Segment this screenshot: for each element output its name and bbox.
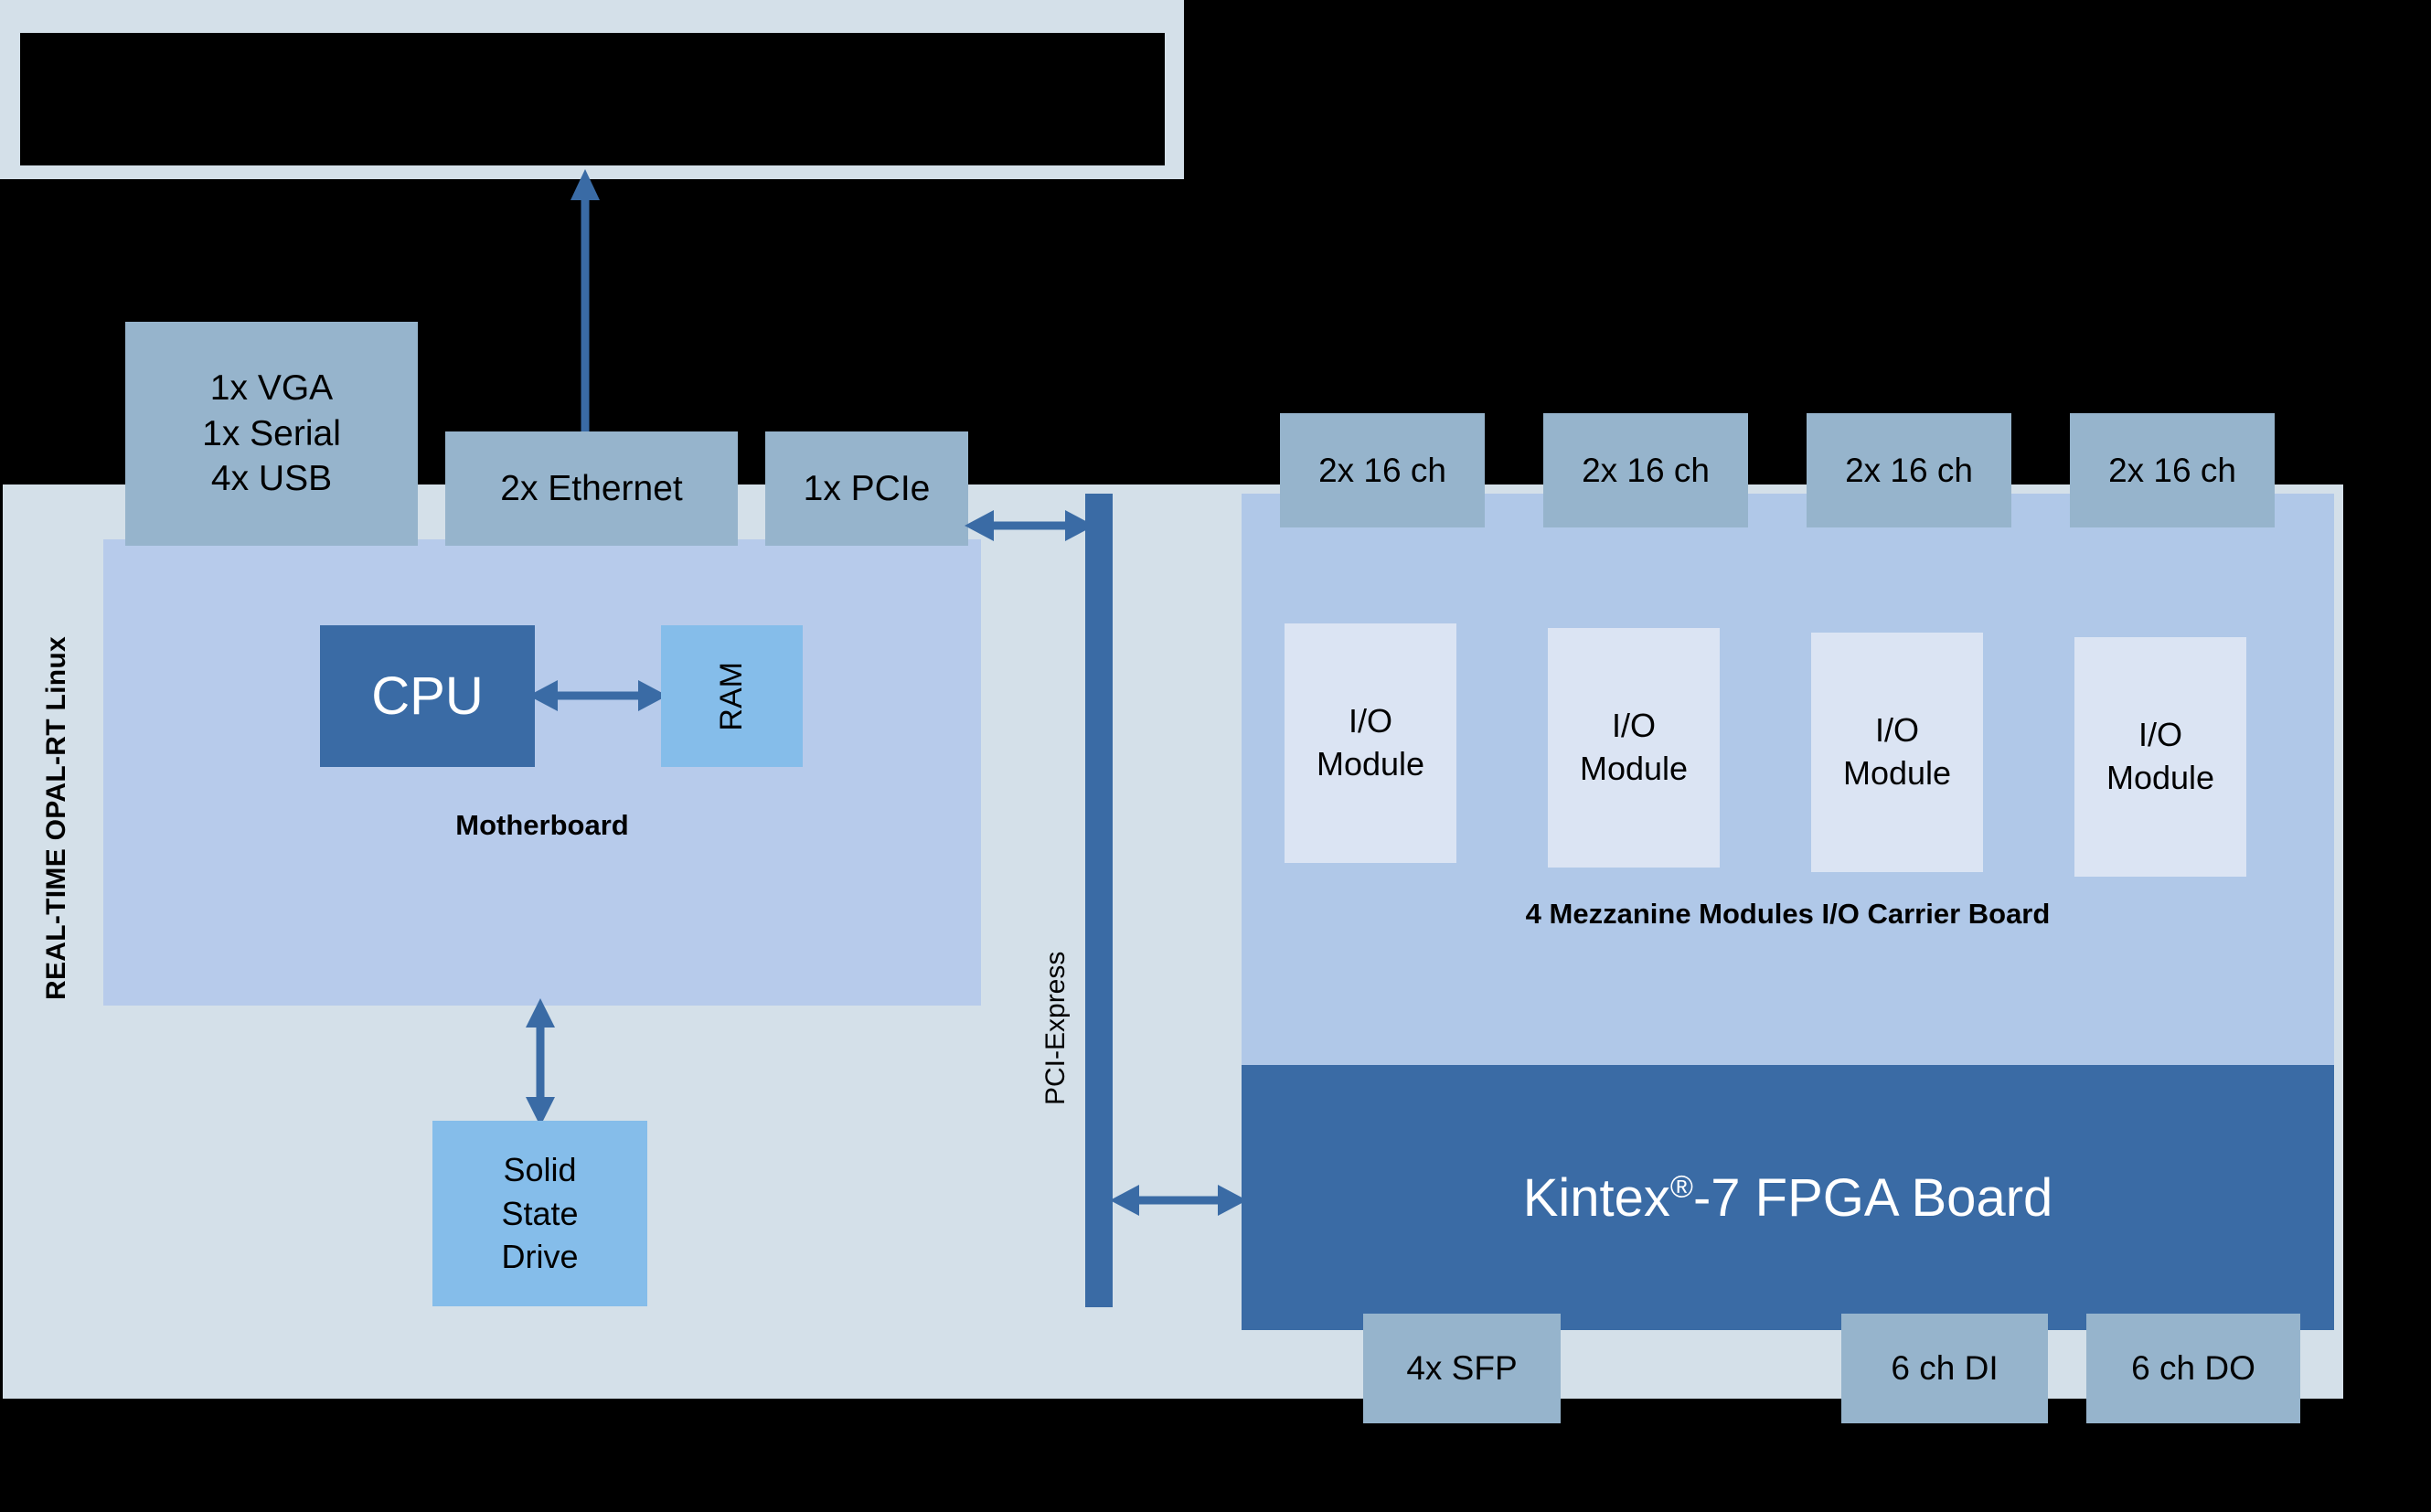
channel-box-label: 2x 16 ch [2108,451,2236,489]
fpga-connector-label: 6 ch DO [2131,1349,2255,1387]
io-module-2: I/O Module [1548,628,1720,868]
channel-box-label: 2x 16 ch [1582,451,1710,489]
fpga-board: Kintex®-7 FPGA Board [1242,1065,2334,1330]
io-module-line-1: I/O [1611,707,1656,745]
ssd-line-2: State [501,1194,579,1232]
connector-pcie: 1x PCIe [765,431,968,546]
connector-label: 2x Ethernet [500,468,683,508]
connector-line-2: 1x Serial [202,413,341,453]
arrow-motherboard-to-ssd [522,998,559,1126]
connector-line-3: 4x USB [210,459,333,499]
arrow-pcie-to-bus-top [965,505,1094,547]
io-module-line-2: Module [1579,750,1689,787]
channel-box-2: 2x 16 ch [1543,413,1748,527]
io-module-3: I/O Module [1811,633,1983,872]
io-module-line-2: Module [1316,745,1425,783]
registered-trademark-icon: ® [1669,1169,1693,1205]
io-module-line-2: Module [2106,759,2215,796]
ram-label: RAM [714,661,749,731]
solid-state-drive-block: Solid State Drive [432,1121,647,1306]
io-module-line-1: I/O [1348,702,1392,740]
arrow-cpu-to-ram [528,675,667,717]
title-redacted-block [20,33,1165,165]
channel-box-label: 2x 16 ch [1845,451,1973,489]
fpga-connector-sfp: 4x SFP [1363,1314,1561,1423]
arrow-bus-to-fpga [1110,1179,1247,1221]
connector-vga-serial-usb: 1x VGA 1x Serial 4x USB [125,322,418,546]
io-module-line-1: I/O [1874,711,1919,750]
connector-ethernet: 2x Ethernet [445,431,738,546]
io-module-line-1: I/O [2138,716,2182,754]
ssd-line-3: Drive [501,1238,579,1276]
connector-line-1: 1x VGA [209,367,334,408]
motherboard-panel [103,539,981,1006]
title-bar-frame [0,0,1184,179]
enclosure-side-label: REAL-TIME OPAL-RT Linux [41,636,71,1000]
fpga-connector-label: 4x SFP [1406,1349,1518,1387]
io-module-1: I/O Module [1285,623,1456,863]
fpga-connector-label: 6 ch DI [1891,1349,1999,1387]
channel-box-4: 2x 16 ch [2070,413,2275,527]
channel-box-label: 2x 16 ch [1318,451,1446,489]
io-module-line-2: Module [1842,754,1952,792]
arrow-host-to-ethernet [567,169,603,471]
channel-box-1: 2x 16 ch [1280,413,1485,527]
cpu-label: CPU [371,666,484,726]
fpga-connector-di: 6 ch DI [1841,1314,2048,1423]
motherboard-label: Motherboard [455,809,629,841]
io-module-4: I/O Module [2074,637,2246,877]
pci-express-label: PCI-Express [1040,951,1071,1106]
io-carrier-board-label: 4 Mezzanine Modules I/O Carrier Board [1525,898,2051,930]
connector-label: 1x PCIe [803,468,931,508]
channel-box-3: 2x 16 ch [1807,413,2011,527]
ram-block: RAM [661,625,803,767]
pci-express-bus [1085,494,1113,1307]
fpga-board-label: Kintex®-7 FPGA Board [1522,1167,2053,1228]
fpga-connector-do: 6 ch DO [2086,1314,2300,1423]
cpu-block: CPU [320,625,535,767]
ssd-line-1: Solid [503,1151,577,1189]
